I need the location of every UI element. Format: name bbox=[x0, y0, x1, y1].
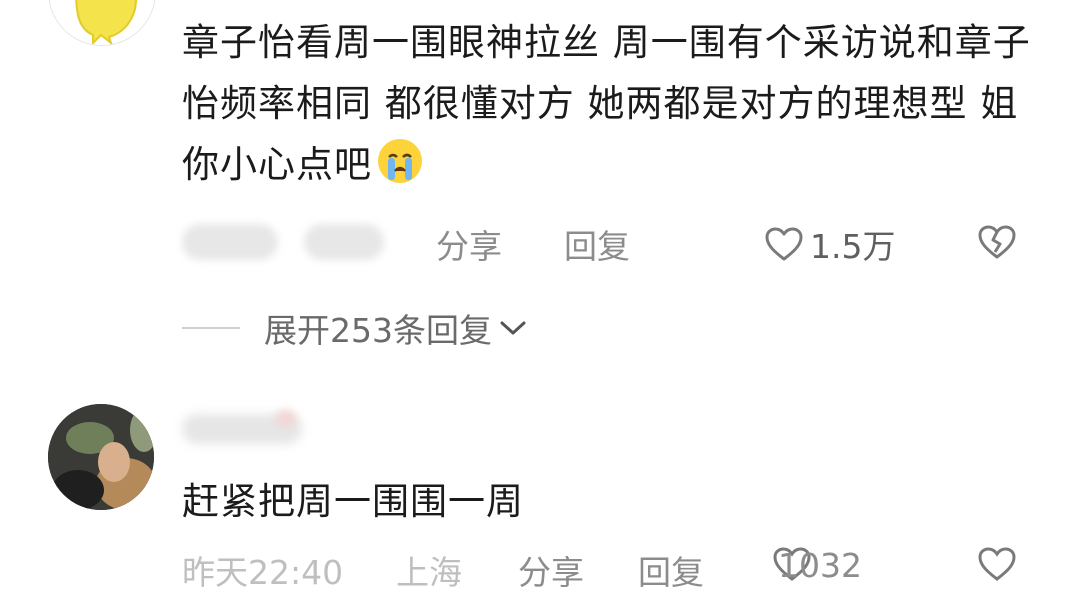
broken-heart-icon bbox=[978, 225, 1016, 259]
heart-icon bbox=[765, 227, 803, 261]
cartoon-avatar-icon bbox=[75, 0, 137, 45]
blurred-time bbox=[182, 224, 278, 260]
comment-text: 赶紧把周一围围一周 bbox=[182, 480, 524, 523]
expand-replies-label: 展开253条回复 bbox=[264, 311, 492, 350]
blurred-location bbox=[304, 224, 384, 260]
photo-avatar-icon bbox=[48, 404, 154, 510]
reply-button[interactable]: 回复 bbox=[638, 546, 704, 594]
broken-heart-icon bbox=[978, 547, 1016, 581]
chevron-down-icon bbox=[500, 321, 526, 335]
like-count: 1.5万 bbox=[810, 227, 896, 266]
comment-time: 昨天22:40 bbox=[182, 553, 344, 592]
divider-line bbox=[182, 327, 240, 329]
dislike-button[interactable] bbox=[977, 224, 1017, 268]
comment-meta-row: 昨天22:40 上海 分享 回复 1032 bbox=[182, 546, 1032, 596]
comment-text: 章子怡看周一围眼神拉丝 周一围有个采访说和章子怡频率相同 都很懂对方 她两都是对… bbox=[182, 21, 1031, 186]
reply-button[interactable]: 回复 bbox=[564, 220, 630, 268]
comment-location: 上海 bbox=[396, 553, 462, 592]
like-count: 1032 bbox=[778, 546, 862, 585]
dislike-button[interactable] bbox=[977, 546, 1017, 590]
expand-replies-button[interactable]: 展开253条回复 bbox=[182, 303, 528, 353]
avatar[interactable] bbox=[48, 404, 154, 510]
share-button[interactable]: 分享 bbox=[518, 546, 584, 594]
like-button[interactable]: 1.5万 bbox=[764, 220, 895, 268]
crying-face-emoji-icon bbox=[376, 137, 424, 185]
avatar[interactable] bbox=[48, 0, 156, 46]
like-button[interactable]: 1032 bbox=[772, 546, 862, 585]
share-button[interactable]: 分享 bbox=[436, 220, 502, 268]
blurred-badge bbox=[276, 410, 296, 428]
comment-meta-row: 分享 回复 1.5万 bbox=[182, 218, 1032, 268]
